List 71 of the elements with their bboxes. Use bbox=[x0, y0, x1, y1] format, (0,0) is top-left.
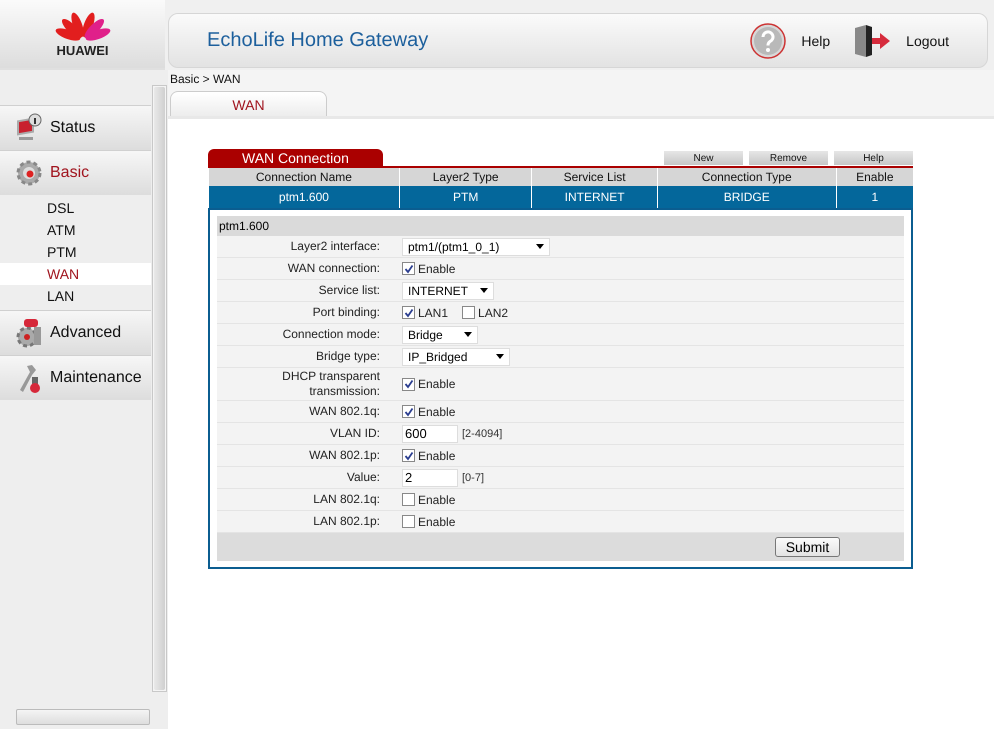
caret-icon bbox=[480, 288, 488, 293]
field-label: DHCP transparent transmission: bbox=[281, 369, 381, 399]
checkbox[interactable]: Enable bbox=[402, 262, 456, 276]
field-label: WAN 802.1q: bbox=[308, 404, 381, 419]
logo-icon bbox=[54, 10, 110, 42]
field-label: LAN 802.1q: bbox=[312, 492, 381, 507]
gear-icon bbox=[14, 158, 44, 188]
submenu-item[interactable]: DSL bbox=[0, 197, 152, 219]
section-title: ptm1.600 bbox=[217, 216, 904, 236]
checkbox[interactable]: Enable bbox=[402, 448, 456, 462]
column-header: Enable bbox=[836, 168, 913, 186]
logout-link[interactable]: Logout bbox=[906, 32, 949, 48]
field-label: Layer2 interface: bbox=[290, 239, 381, 254]
submenu-item[interactable]: PTM bbox=[0, 241, 152, 263]
caret-icon bbox=[496, 354, 504, 359]
field-label: Port binding: bbox=[312, 305, 381, 320]
submenu-item[interactable]: ATM bbox=[0, 219, 152, 241]
help-icon[interactable] bbox=[749, 22, 788, 60]
check-icon bbox=[404, 406, 414, 416]
field-label: LAN 802.1p: bbox=[312, 514, 381, 529]
caret-icon bbox=[464, 332, 472, 337]
field-label: Bridge type: bbox=[314, 349, 381, 364]
submenu-item[interactable]: LAN bbox=[0, 285, 152, 307]
column-header: Connection Type bbox=[657, 168, 836, 186]
field-label: WAN connection: bbox=[286, 261, 381, 276]
check-icon bbox=[404, 308, 414, 318]
help-link[interactable]: Help bbox=[801, 32, 830, 48]
dropdown[interactable]: INTERNET bbox=[402, 282, 494, 300]
check-icon bbox=[404, 264, 414, 274]
toolbar-button[interactable]: Help bbox=[834, 151, 913, 165]
horizontal-scrollbar[interactable] bbox=[16, 709, 150, 725]
field-label: VLAN ID: bbox=[328, 426, 381, 441]
tab[interactable]: WAN bbox=[170, 91, 327, 116]
nav-item[interactable]: Advanced bbox=[0, 310, 152, 355]
input-field[interactable]: 2 bbox=[402, 468, 458, 486]
nav-item[interactable]: Status bbox=[0, 105, 152, 150]
range-hint: [2-4094] bbox=[462, 428, 502, 440]
logo-text: HUAWEI bbox=[56, 43, 108, 58]
checkbox[interactable]: Enable bbox=[402, 404, 456, 418]
monitor-info-icon bbox=[14, 113, 44, 143]
checkbox[interactable]: Enable bbox=[402, 492, 456, 506]
range-hint: [0-7] bbox=[462, 472, 484, 484]
nav-item[interactable]: Maintenance bbox=[0, 355, 152, 400]
check-icon bbox=[404, 450, 414, 460]
field-label: WAN 802.1p: bbox=[308, 448, 381, 463]
input-field[interactable]: 600 bbox=[402, 424, 458, 442]
field-label: Service list: bbox=[318, 283, 381, 298]
column-header: Service List bbox=[532, 168, 658, 186]
gear-tool-icon bbox=[14, 318, 44, 348]
dropdown[interactable]: Bridge bbox=[402, 326, 478, 344]
column-header: Connection Name bbox=[208, 168, 400, 186]
nav-item[interactable]: Basic bbox=[0, 150, 152, 195]
dropdown[interactable]: ptm1/(ptm1_0_1) bbox=[402, 238, 550, 256]
submenu-item[interactable]: WAN bbox=[0, 263, 152, 285]
toolbar-button[interactable]: New bbox=[664, 151, 743, 165]
caret-icon bbox=[536, 244, 544, 249]
toolbar-button[interactable]: Remove bbox=[749, 151, 828, 165]
checkbox[interactable]: LAN1 bbox=[402, 306, 448, 320]
dropdown[interactable]: IP_Bridged bbox=[402, 348, 510, 366]
table-row[interactable]: ptm1.600 PTM INTERNET BRIDGE 1 bbox=[208, 186, 913, 208]
breadcrumb: Basic > WAN bbox=[168, 70, 994, 91]
check-icon bbox=[404, 379, 414, 389]
app-title: EchoLife Home Gateway bbox=[207, 29, 428, 52]
field-label: Connection mode: bbox=[282, 327, 381, 342]
logout-icon[interactable] bbox=[852, 24, 892, 58]
submit-button[interactable]: Submit bbox=[775, 537, 840, 557]
checkbox[interactable]: Enable bbox=[402, 514, 456, 528]
field-label: Value: bbox=[346, 470, 381, 485]
column-header: Layer2 Type bbox=[399, 168, 532, 186]
checkbox[interactable]: Enable bbox=[402, 377, 456, 391]
checkbox[interactable]: LAN2 bbox=[462, 306, 508, 320]
